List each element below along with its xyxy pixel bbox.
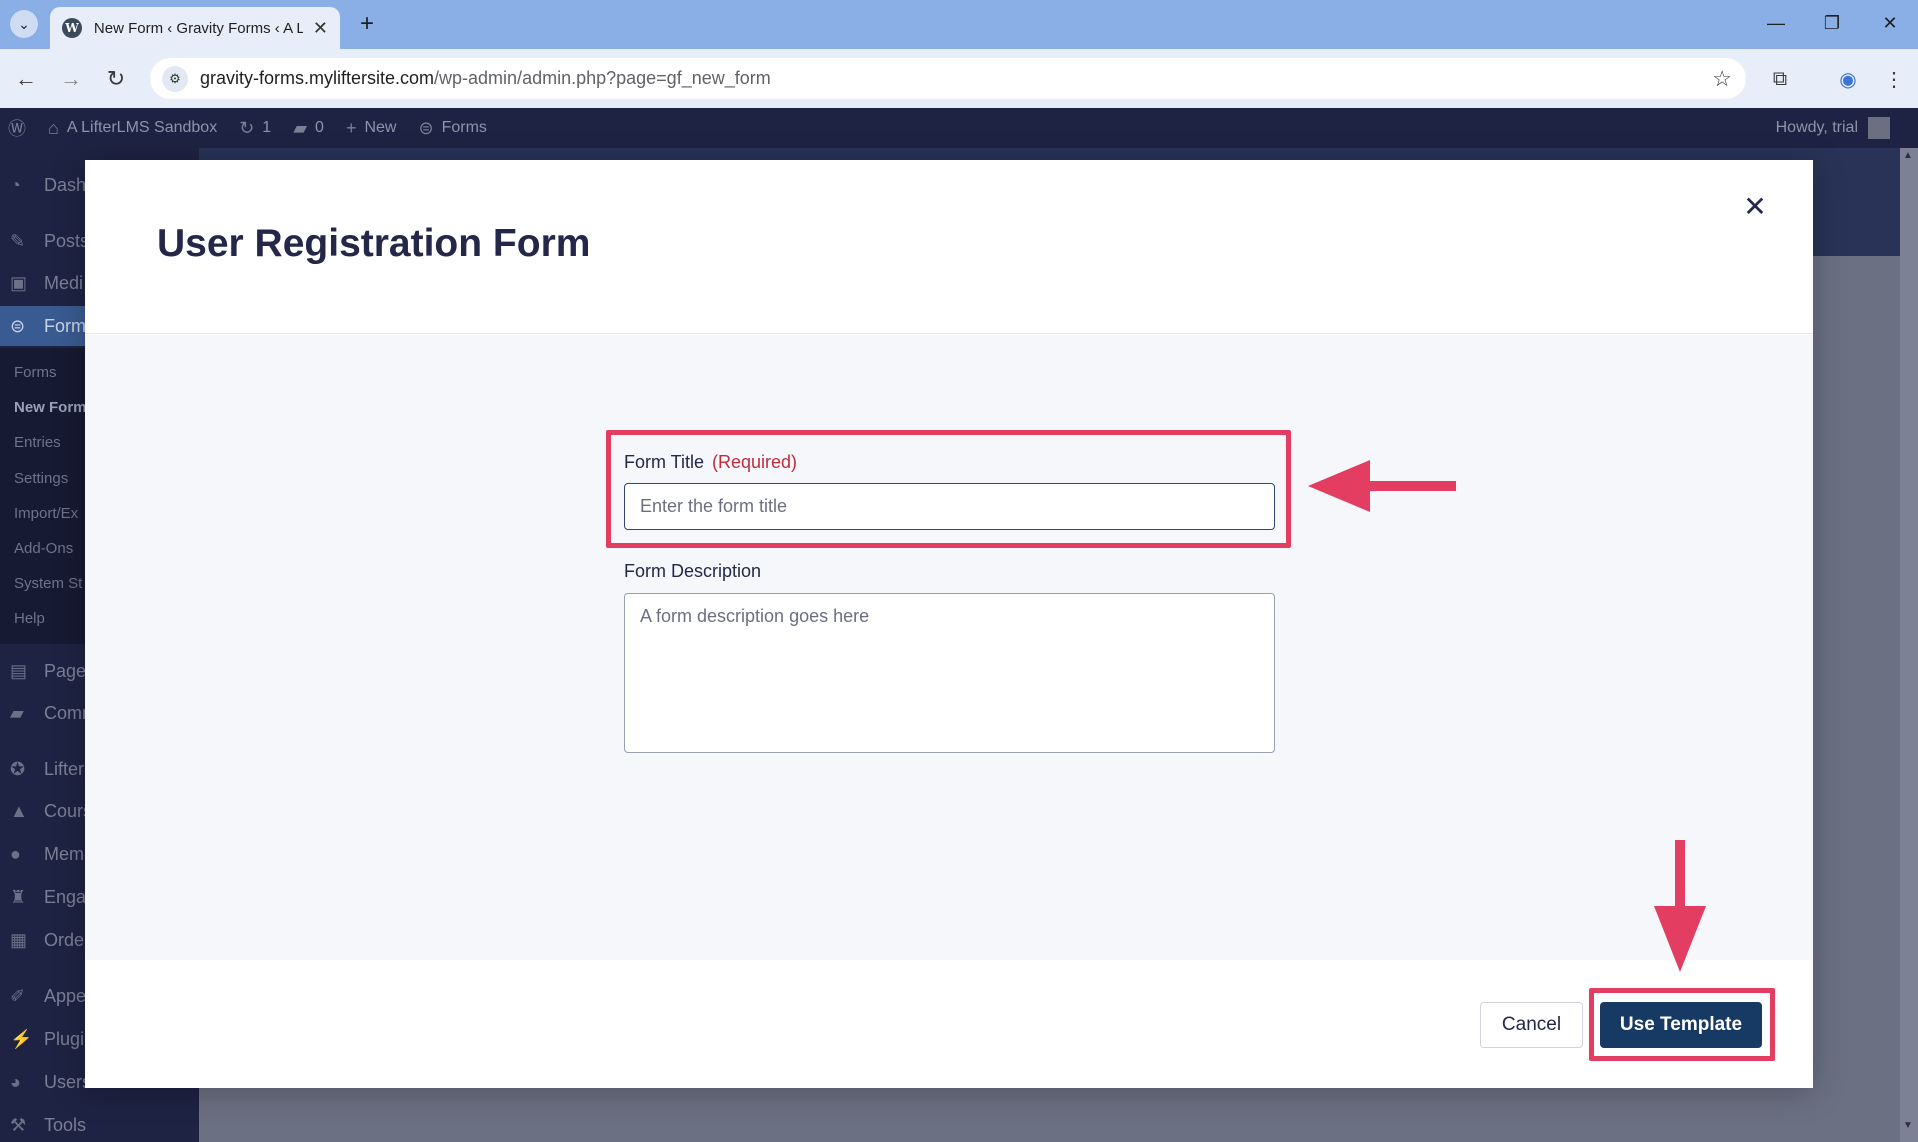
- close-icon[interactable]: ✕: [1737, 188, 1773, 224]
- down-arrow-annotation-icon: [1654, 840, 1706, 972]
- avatar: [1868, 117, 1890, 139]
- new-content-link[interactable]: + New: [346, 118, 397, 139]
- site-name: A LifterLMS Sandbox: [66, 119, 218, 136]
- submenu-system-status[interactable]: System St: [14, 575, 82, 592]
- media-icon: ▣: [10, 272, 28, 293]
- comments-count: 0: [315, 119, 324, 136]
- form-description-label: Form Description: [624, 561, 762, 581]
- scroll-up-icon[interactable]: ▲: [1903, 150, 1913, 161]
- scroll-down-icon[interactable]: ▼: [1903, 1120, 1913, 1131]
- forms-link[interactable]: ⊜ Forms: [418, 118, 486, 139]
- home-icon: ⌂: [48, 117, 59, 138]
- account-menu[interactable]: Howdy, trial: [1776, 108, 1890, 148]
- users-icon: ◕: [10, 1071, 21, 1092]
- close-tab-icon[interactable]: ✕: [313, 18, 328, 39]
- left-arrow-annotation-icon: [1308, 460, 1456, 512]
- form-title-highlight: [606, 430, 1291, 548]
- wp-admin-bar: Ⓦ ⌂ A LifterLMS Sandbox ↻ 1 ▰ 0 + New ⊜ …: [0, 108, 1918, 148]
- extensions-icon[interactable]: ⧉: [1764, 63, 1796, 95]
- tab-title: New Form ‹ Gravity Forms ‹ A L: [93, 19, 303, 37]
- profile-icon[interactable]: ◉: [1832, 63, 1864, 95]
- submenu-new-form[interactable]: New Form: [14, 399, 87, 416]
- submenu-help[interactable]: Help: [14, 610, 45, 627]
- url-path: /wp-admin/admin.php?page=gf_new_form: [434, 68, 771, 88]
- browser-tab-active[interactable]: W New Form ‹ Gravity Forms ‹ A L ✕: [50, 7, 340, 49]
- forms-label: Forms: [441, 119, 487, 136]
- updates-link[interactable]: ↻ 1: [239, 118, 271, 139]
- browser-tab-strip: ⌄ W New Form ‹ Gravity Forms ‹ A L ✕ + —…: [0, 0, 1918, 49]
- new-label: New: [364, 119, 397, 136]
- submenu-settings[interactable]: Settings: [14, 470, 68, 487]
- forms-icon: ⊜: [418, 117, 434, 138]
- page-scrollbar[interactable]: [1900, 148, 1918, 1142]
- use-template-highlight: [1589, 988, 1775, 1061]
- comments-link[interactable]: ▰ 0: [293, 118, 324, 139]
- tab-search-button[interactable]: ⌄: [10, 10, 38, 38]
- wp-logo-icon[interactable]: Ⓦ: [8, 115, 26, 141]
- comments-icon: ▰: [10, 702, 24, 723]
- tools-icon: ⚒: [10, 1114, 27, 1135]
- submenu-forms[interactable]: Forms: [14, 364, 57, 381]
- members-icon: ●: [10, 843, 21, 864]
- submenu-add-ons[interactable]: Add-Ons: [14, 540, 73, 557]
- close-window-button[interactable]: ✕: [1870, 8, 1910, 38]
- forms-icon: ⊜: [10, 315, 26, 336]
- dashboard-icon: ◔: [10, 174, 21, 195]
- form-description-textarea[interactable]: [624, 593, 1275, 753]
- sidebar-item-tools[interactable]: ⚒ Tools: [0, 1105, 199, 1142]
- plugins-icon: ⚡: [10, 1028, 33, 1049]
- forward-arrow-icon[interactable]: →: [55, 63, 87, 95]
- comments-icon: ▰: [293, 117, 308, 138]
- site-info-icon[interactable]: ⚙: [162, 65, 188, 92]
- address-bar[interactable]: ⚙ gravity-forms.myliftersite.com/wp-admi…: [150, 58, 1746, 99]
- submenu-entries[interactable]: Entries: [14, 434, 61, 451]
- bookmark-star-icon[interactable]: ☆: [1712, 66, 1732, 92]
- modal-header: User Registration Form ✕: [85, 160, 1813, 334]
- orders-icon: ▦: [10, 929, 28, 950]
- cancel-button[interactable]: Cancel: [1480, 1002, 1583, 1048]
- template-modal: User Registration Form ✕ Form Title (Requ…: [85, 160, 1813, 1088]
- submenu-import-export[interactable]: Import/Ex: [14, 505, 78, 522]
- wordpress-favicon-icon: W: [62, 18, 82, 38]
- minimize-button[interactable]: —: [1756, 8, 1796, 38]
- back-arrow-icon[interactable]: ←: [10, 63, 42, 95]
- howdy-text: Howdy, trial: [1775, 119, 1858, 136]
- url-host: gravity-forms.myliftersite.com: [200, 68, 435, 88]
- reload-icon[interactable]: ↻: [100, 63, 132, 95]
- lifter-icon: ✪: [10, 758, 26, 779]
- plus-icon: +: [345, 117, 357, 138]
- browser-menu-icon[interactable]: ⋮: [1878, 63, 1910, 95]
- new-tab-button[interactable]: +: [352, 9, 382, 39]
- pages-icon: ▤: [10, 660, 28, 681]
- browser-toolbar: ← → ↻ ⚙ gravity-forms.myliftersite.com/w…: [0, 49, 1918, 108]
- courses-icon: ▲: [10, 800, 28, 821]
- modal-title: User Registration Form: [157, 222, 591, 265]
- appearance-icon: ✐: [10, 985, 26, 1006]
- updates-icon: ↻: [239, 117, 255, 138]
- pin-icon: ✎: [10, 230, 26, 251]
- restore-button[interactable]: ❐: [1812, 8, 1852, 38]
- site-name-link[interactable]: ⌂ A LifterLMS Sandbox: [48, 118, 217, 139]
- updates-count: 1: [262, 119, 272, 136]
- engagement-icon: ♜: [10, 886, 27, 907]
